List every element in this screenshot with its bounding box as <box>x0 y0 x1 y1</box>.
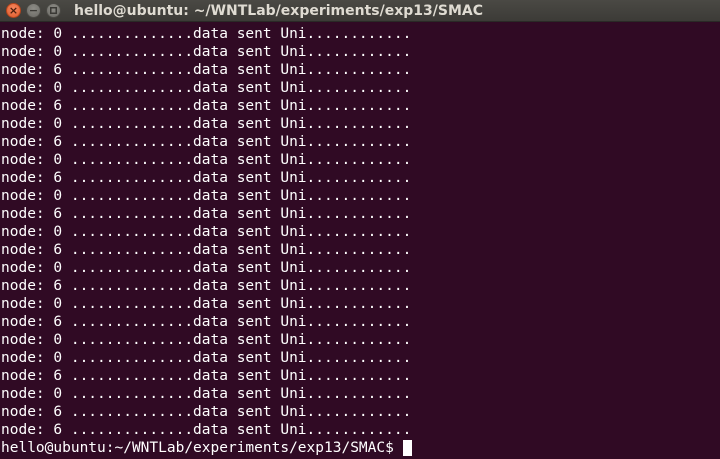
terminal-line: node: 6 ..............data sent Uni.....… <box>1 62 412 78</box>
title-bar[interactable]: × − hello@ubuntu: ~/WNTLab/experiments/e… <box>0 0 720 22</box>
text-cursor <box>402 440 412 456</box>
minimize-icon: − <box>28 4 39 17</box>
terminal-line: node: 0 ..............data sent Uni.....… <box>1 44 412 60</box>
close-button[interactable]: × <box>6 3 21 18</box>
terminal-line: node: 0 ..............data sent Uni.....… <box>1 116 412 132</box>
shell-prompt: hello@ubuntu:~/WNTLab/experiments/exp13/… <box>1 440 394 456</box>
terminal-line: node: 0 ..............data sent Uni.....… <box>1 386 412 402</box>
terminal-line: node: 0 ..............data sent Uni.....… <box>1 260 412 276</box>
terminal-window: × − hello@ubuntu: ~/WNTLab/experiments/e… <box>0 0 720 459</box>
terminal-line: node: 6 ..............data sent Uni.....… <box>1 404 412 420</box>
terminal-line: node: 0 ..............data sent Uni.....… <box>1 80 412 96</box>
terminal-line: node: 0 ..............data sent Uni.....… <box>1 332 412 348</box>
terminal-line: node: 0 ..............data sent Uni.....… <box>1 26 412 42</box>
close-icon: × <box>8 4 19 17</box>
terminal-line: node: 6 ..............data sent Uni.....… <box>1 98 412 114</box>
terminal-line: node: 6 ..............data sent Uni.....… <box>1 206 412 222</box>
terminal-line: node: 6 ..............data sent Uni.....… <box>1 170 412 186</box>
terminal-line: node: 0 ..............data sent Uni.....… <box>1 188 412 204</box>
terminal-line: node: 0 ..............data sent Uni.....… <box>1 296 412 312</box>
window-title: hello@ubuntu: ~/WNTLab/experiments/exp13… <box>74 3 483 19</box>
terminal-line: node: 6 ..............data sent Uni.....… <box>1 134 412 150</box>
terminal-line: node: 0 ..............data sent Uni.....… <box>1 350 412 366</box>
terminal-output[interactable]: node: 0 ..............data sent Uni.....… <box>0 22 720 459</box>
terminal-line: node: 6 ..............data sent Uni.....… <box>1 422 412 438</box>
terminal-line: node: 6 ..............data sent Uni.....… <box>1 278 412 294</box>
command-prompt-line[interactable]: hello@ubuntu:~/WNTLab/experiments/exp13/… <box>1 439 720 457</box>
terminal-line: node: 6 ..............data sent Uni.....… <box>1 368 412 384</box>
maximize-icon <box>50 7 57 14</box>
terminal-line: node: 6 ..............data sent Uni.....… <box>1 242 412 258</box>
terminal-line: node: 0 ..............data sent Uni.....… <box>1 224 412 240</box>
minimize-button[interactable]: − <box>26 3 41 18</box>
terminal-line: node: 6 ..............data sent Uni.....… <box>1 314 412 330</box>
maximize-button[interactable] <box>46 3 61 18</box>
terminal-line: node: 0 ..............data sent Uni.....… <box>1 152 412 168</box>
